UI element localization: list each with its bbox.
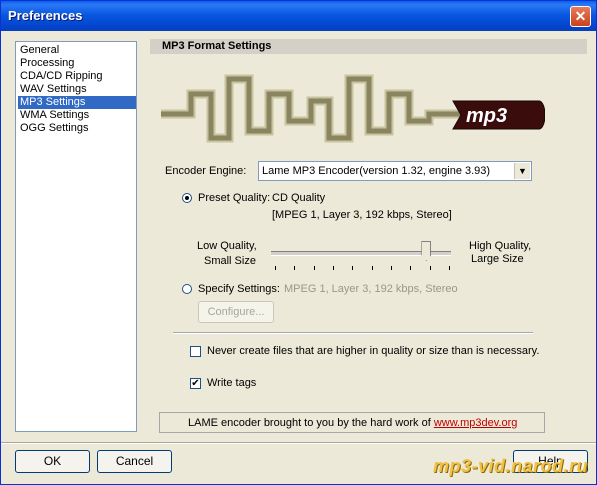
mp3dev-link[interactable]: www.mp3dev.org: [434, 417, 518, 429]
never-create-checkbox[interactable]: [190, 346, 201, 357]
title-bar[interactable]: Preferences ✕: [1, 1, 596, 31]
encoder-engine-value: Lame MP3 Encoder(version 1.32, engine 3.…: [262, 165, 491, 177]
quality-slider-thumb[interactable]: [421, 241, 432, 261]
specify-settings-radio[interactable]: [182, 284, 192, 294]
configure-button[interactable]: Configure...: [198, 301, 274, 323]
ok-button[interactable]: OK: [15, 450, 90, 473]
slider-tick: [391, 266, 392, 270]
footer-divider: [1, 442, 596, 444]
write-tags-label[interactable]: Write tags: [207, 377, 256, 389]
close-button[interactable]: ✕: [570, 6, 591, 27]
high-quality-label: High Quality,: [469, 240, 532, 252]
write-tags-checkbox[interactable]: ✔: [190, 378, 201, 389]
slider-tick: [449, 266, 450, 270]
slider-tick: [333, 266, 334, 270]
sidebar-item-general[interactable]: General: [18, 44, 136, 57]
slider-tick: [294, 266, 296, 270]
encoder-engine-label: Encoder Engine:: [165, 165, 247, 177]
sidebar-item-processing[interactable]: Processing: [18, 57, 136, 70]
small-size-label: Small Size: [204, 255, 256, 267]
slider-tick: [429, 266, 431, 270]
preset-quality-detail: [MPEG 1, Layer 3, 192 kbps, Stereo]: [272, 209, 452, 221]
sidebar-item-wma-settings[interactable]: WMA Settings: [18, 109, 136, 122]
checkmark-icon: ✔: [191, 378, 200, 389]
slider-tick: [371, 266, 373, 270]
slider-tick: [313, 266, 315, 270]
specify-settings-label[interactable]: Specify Settings:: [198, 283, 280, 295]
preset-quality-radio[interactable]: [182, 193, 192, 203]
credit-box: LAME encoder brought to you by the hard …: [159, 412, 545, 433]
sidebar-item-mp3-settings[interactable]: MP3 Settings: [18, 96, 136, 109]
slider-tick: [410, 266, 412, 270]
separator: [173, 332, 533, 334]
specify-settings-value: MPEG 1, Layer 3, 192 kbps, Stereo: [284, 283, 458, 295]
low-quality-label: Low Quality,: [197, 240, 257, 252]
preferences-window: Preferences ✕ General Processing CDA/CD …: [0, 0, 597, 485]
close-icon: ✕: [574, 8, 587, 24]
watermark: mp3-vid.narod.ru: [433, 456, 589, 476]
logo-text: mp3: [466, 105, 507, 127]
section-title: MP3 Format Settings: [162, 40, 272, 52]
section-header: MP3 Format Settings: [150, 39, 587, 54]
credit-text: LAME encoder brought to you by the hard …: [188, 417, 431, 429]
sidebar-item-wav-settings[interactable]: WAV Settings: [18, 83, 136, 96]
encoder-engine-select[interactable]: Lame MP3 Encoder(version 1.32, engine 3.…: [258, 161, 532, 181]
slider-tick: [352, 266, 354, 270]
sidebar-item-cda-cd-ripping[interactable]: CDA/CD Ripping: [18, 70, 136, 83]
slider-tick: [275, 266, 276, 270]
chevron-down-icon[interactable]: ▼: [514, 163, 530, 179]
large-size-label: Large Size: [471, 253, 524, 265]
cancel-button[interactable]: Cancel: [97, 450, 172, 473]
category-list[interactable]: General Processing CDA/CD Ripping WAV Se…: [15, 41, 137, 432]
mp3-logo: mp3: [161, 74, 545, 143]
never-create-label[interactable]: Never create files that are higher in qu…: [207, 345, 539, 357]
preset-quality-label[interactable]: Preset Quality:: [198, 192, 270, 204]
preset-quality-value: CD Quality: [272, 192, 326, 204]
window-title: Preferences: [8, 8, 83, 23]
sidebar-item-ogg-settings[interactable]: OGG Settings: [18, 122, 136, 135]
credit-line: LAME encoder brought to you by the hard …: [188, 417, 517, 429]
